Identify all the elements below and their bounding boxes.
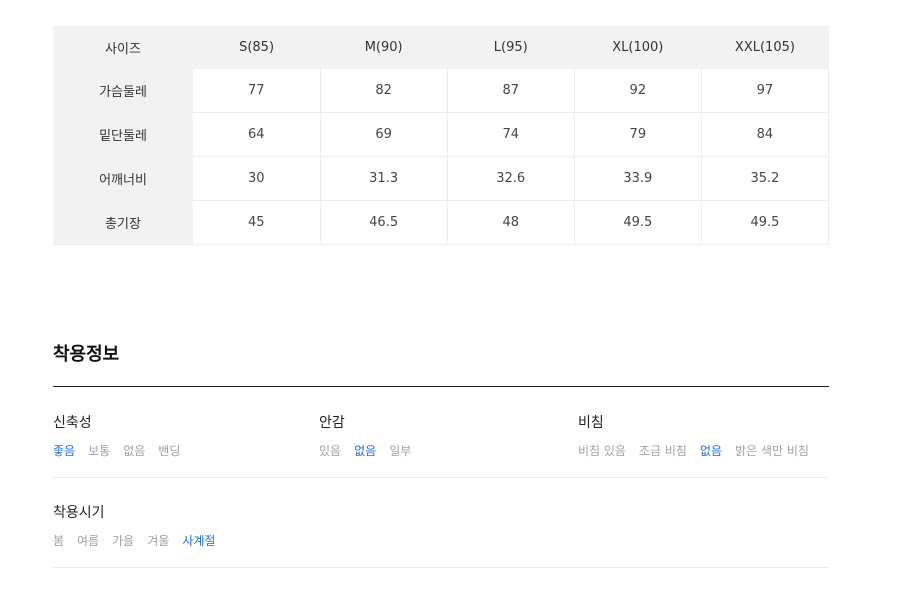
fit-group-sheerness: 비침 비침 있음 조금 비침 없음 밝은 색만 비침 <box>578 412 809 459</box>
fit-option: 사계절 <box>182 534 216 548</box>
row-divider <box>53 477 829 478</box>
row-label: 가슴둘레 <box>53 69 193 113</box>
fit-option: 없음 <box>699 444 723 458</box>
row-divider <box>53 567 829 568</box>
table-row: 가슴둘레 77 82 87 92 97 <box>53 69 830 113</box>
fit-group-label: 착용시기 <box>53 505 105 521</box>
table-cell: 64 <box>193 112 321 157</box>
fit-group-stretch: 신축성 좋음 보통 없음 밴딩 <box>53 412 193 459</box>
size-header-cell: M(90) <box>320 26 448 69</box>
fit-option: 봄 <box>53 534 65 548</box>
fit-option: 일부 <box>389 444 412 458</box>
fit-group-lining: 안감 있음 없음 일부 <box>319 412 424 459</box>
size-header-cell: 사이즈 <box>53 26 193 69</box>
fit-group-season: 착용시기 봄 여름 가을 겨울 사계절 <box>53 502 228 549</box>
fit-group-label: 신축성 <box>53 415 92 431</box>
fit-options: 좋음 보통 없음 밴딩 <box>53 440 193 459</box>
fit-option: 없음 <box>354 444 377 458</box>
table-cell: 49.5 <box>574 200 702 245</box>
table-cell: 49.5 <box>701 200 830 245</box>
fit-option: 없음 <box>123 444 146 458</box>
fit-option: 밴딩 <box>158 444 181 458</box>
table-cell: 84 <box>701 112 830 157</box>
fit-group-label: 비침 <box>578 415 604 431</box>
table-cell: 46.5 <box>320 200 448 245</box>
row-label: 밑단둘레 <box>53 112 193 157</box>
table-cell: 45 <box>193 200 321 245</box>
table-cell: 74 <box>447 112 575 157</box>
section-divider <box>53 386 829 387</box>
size-header-cell: L(95) <box>447 26 575 69</box>
fit-option: 여름 <box>77 534 100 548</box>
fit-info-title: 착용정보 <box>53 344 120 365</box>
fit-options: 비침 있음 조금 비침 없음 밝은 색만 비침 <box>578 440 809 459</box>
table-row: 밑단둘레 64 69 74 79 84 <box>53 112 830 157</box>
table-cell: 69 <box>320 112 448 157</box>
table-cell: 97 <box>701 69 830 113</box>
table-cell: 33.9 <box>574 156 702 201</box>
size-header-cell: S(85) <box>193 26 321 69</box>
row-label: 총기장 <box>53 200 193 245</box>
fit-option: 겨울 <box>147 534 170 548</box>
fit-option: 좋음 <box>53 444 76 458</box>
table-row: 총기장 45 46.5 48 49.5 49.5 <box>53 200 830 245</box>
table-cell: 32.6 <box>447 156 575 201</box>
table-cell: 79 <box>574 112 702 157</box>
fit-option: 가을 <box>112 534 135 548</box>
fit-option: 비침 있음 <box>578 444 626 458</box>
table-cell: 82 <box>320 69 448 113</box>
fit-option: 보통 <box>88 444 111 458</box>
size-header-cell: XL(100) <box>574 26 702 69</box>
table-row: 어깨너비 30 31.3 32.6 33.9 35.2 <box>53 156 830 201</box>
fit-option: 조금 비침 <box>638 444 687 458</box>
fit-option: 있음 <box>319 444 342 458</box>
fit-options: 봄 여름 가을 겨울 사계절 <box>53 530 228 549</box>
table-cell: 31.3 <box>320 156 448 201</box>
table-cell: 35.2 <box>701 156 830 201</box>
fit-group-label: 안감 <box>319 415 345 431</box>
size-table: 사이즈 S(85) M(90) L(95) XL(100) XXL(105) 가… <box>53 26 830 245</box>
table-cell: 48 <box>447 200 575 245</box>
fit-option: 밝은 색만 비침 <box>735 444 809 458</box>
table-cell: 30 <box>193 156 321 201</box>
table-cell: 87 <box>447 69 575 113</box>
table-cell: 92 <box>574 69 702 113</box>
size-header-cell: XXL(105) <box>701 26 829 69</box>
row-label: 어깨너비 <box>53 156 193 201</box>
fit-options: 있음 없음 일부 <box>319 440 424 459</box>
table-cell: 77 <box>193 69 321 113</box>
size-table-header-row: 사이즈 S(85) M(90) L(95) XL(100) XXL(105) <box>53 26 829 69</box>
